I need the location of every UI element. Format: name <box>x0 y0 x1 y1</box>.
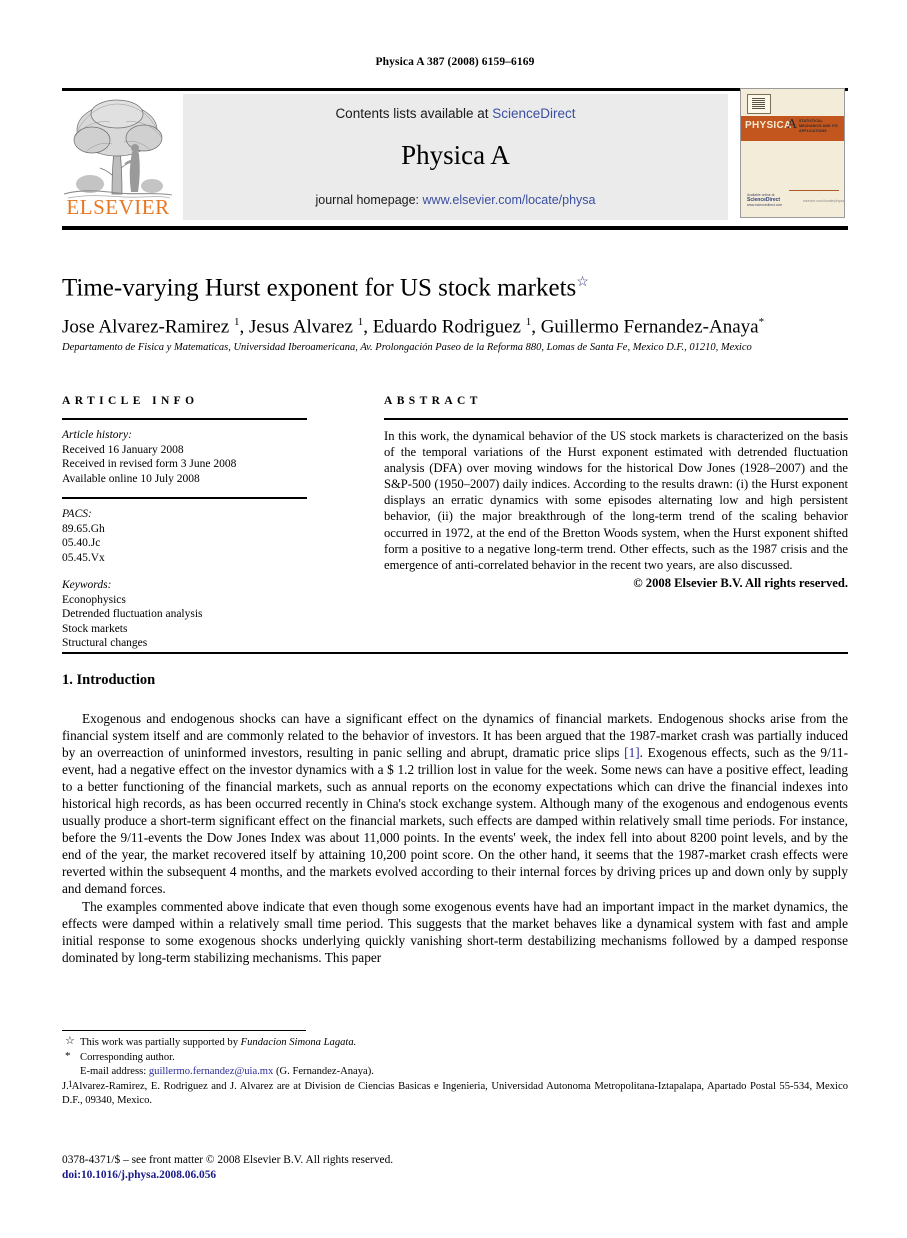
article-history-received: Received 16 January 2008 <box>62 443 184 456</box>
funding-foundation: Fundacion Simona Lagata. <box>240 1037 357 1048</box>
corresponding-marker: * <box>65 1049 71 1062</box>
title-footnote-marker: ☆ <box>576 275 589 290</box>
citation-ref-1[interactable]: [1] <box>624 745 640 760</box>
cover-elsevier-url: elsevier.com/locate/physa <box>803 199 845 203</box>
keyword-1: Detrended fluctuation analysis <box>62 608 203 620</box>
cover-brand: PHYSICA <box>745 120 792 131</box>
article-info-rule <box>62 418 307 420</box>
journal-cover-thumbnail: PHYSICA A STATISTICAL MECHANICS AND ITS … <box>740 88 845 218</box>
issn-line: 0378-4371/$ – see front matter © 2008 El… <box>62 1154 394 1166</box>
author-list: Jose Alvarez-Ramirez 1, Jesus Alvarez 1,… <box>62 316 765 338</box>
sciencedirect-box: Contents lists available at ScienceDirec… <box>183 94 728 220</box>
cover-divider <box>789 190 839 191</box>
homepage-link[interactable]: www.elsevier.com/locate/physa <box>423 193 596 207</box>
keyword-0: Econophysics <box>62 593 126 606</box>
cover-letter: A <box>787 117 798 132</box>
paragraph-1-part-b: . Exogenous effects, such as the 9/11-ev… <box>62 745 848 897</box>
contents-prefix: Contents lists available at <box>335 106 493 121</box>
journal-homepage-line: journal homepage: www.elsevier.com/locat… <box>183 193 728 207</box>
homepage-prefix: journal homepage: <box>315 193 423 207</box>
abstract-rule <box>384 418 848 420</box>
footnote-rule <box>62 1030 306 1031</box>
section-heading-introduction: 1. Introduction <box>62 672 156 688</box>
sciencedirect-link[interactable]: ScienceDirect <box>492 106 575 121</box>
affiliation: Departamento de Fisica y Matematicas, Un… <box>62 342 752 353</box>
email-owner: (G. Fernandez-Anaya). <box>273 1066 374 1078</box>
abstract-text: In this work, the dynamical behavior of … <box>384 429 848 572</box>
doi-link[interactable]: doi:10.1016/j.physa.2008.06.056 <box>62 1168 848 1183</box>
elsevier-logo: ELSEVIER <box>62 94 174 220</box>
note1-text: J. Alvarez-Ramirez, E. Rodriguez and J. … <box>62 1080 848 1107</box>
email-link[interactable]: guillermo.fernandez@uia.mx <box>149 1066 273 1077</box>
footnote-corresponding: * Corresponding author. <box>62 1049 848 1066</box>
banner-bottom-rule <box>62 226 848 230</box>
pacs-item-1: 05.40.Jc <box>62 537 101 549</box>
article-history-online: Available online 10 July 2008 <box>62 472 200 485</box>
elsevier-wordmark: ELSEVIER <box>66 195 170 219</box>
footnotes: ☆ This work was partially supported by Fu… <box>62 1035 848 1109</box>
keyword-2: Stock markets <box>62 622 128 635</box>
article-info-heading: ARTICLE INFO <box>62 395 199 407</box>
article-history-revised: Received in revised form 3 June 2008 <box>62 458 237 470</box>
running-head: Physica A 387 (2008) 6159–6169 <box>375 56 535 68</box>
pacs-rule <box>62 497 307 499</box>
pacs-item-2: 05.45.Vx <box>62 551 105 564</box>
title-text: Time-varying Hurst exponent for US stock… <box>62 274 577 302</box>
abstract-column: ABSTRACT In this work, the dynamical beh… <box>384 395 848 591</box>
cover-sd-url: www.sciencedirect.com <box>747 203 783 207</box>
pacs-item-0: 89.65.Gh <box>62 522 105 535</box>
body-text: Exogenous and endogenous shocks can have… <box>62 710 848 966</box>
cover-subtitle: STATISTICAL MECHANICS AND ITS APPLICATIO… <box>799 119 838 133</box>
journal-banner: ELSEVIER Contents lists available at Sci… <box>62 88 848 224</box>
footer-block: 0378-4371/$ – see front matter © 2008 El… <box>62 1153 848 1183</box>
article-history-label: Article history: <box>62 429 132 441</box>
cover-logo-box <box>747 94 771 114</box>
abstract-heading: ABSTRACT <box>384 395 482 407</box>
contents-available-line: Contents lists available at ScienceDirec… <box>183 106 728 121</box>
corresponding-text: Corresponding author. <box>80 1051 175 1063</box>
funding-marker: ☆ <box>65 1035 75 1047</box>
abstract-copyright: © 2008 Elsevier B.V. All rights reserved… <box>633 575 848 590</box>
paragraph-1: Exogenous and endogenous shocks can have… <box>62 710 848 898</box>
paper-page: Physica A 387 (2008) 6159–6169 ELSEVIER … <box>0 0 907 1238</box>
pacs-label: PACS: <box>62 508 92 520</box>
footnote-affiliation-note: 1 J. Alvarez-Ramirez, E. Rodriguez and J.… <box>62 1078 848 1109</box>
footnote-funding: ☆ This work was partially supported by Fu… <box>62 1035 848 1051</box>
funding-text: This work was partially supported by <box>80 1037 241 1048</box>
footnote-email: E-mail address: guillermo.fernandez@uia.… <box>62 1065 848 1080</box>
cover-sciencedirect-block: Available online at ScienceDirect www.sc… <box>747 193 791 208</box>
note1-marker: 1 <box>68 1078 73 1089</box>
journal-title: Physica A <box>401 140 510 170</box>
keywords-label: Keywords: <box>62 579 112 591</box>
elsevier-tree-icon <box>63 99 173 199</box>
email-label: E-mail address: <box>80 1066 147 1078</box>
paragraph-2: The examples commented above indicate th… <box>62 898 848 965</box>
keyword-3: Structural changes <box>62 637 148 649</box>
page-title: Time-varying Hurst exponent for US stock… <box>62 268 848 303</box>
banner-top-rule <box>62 88 848 91</box>
section-divider-rule <box>62 652 848 654</box>
article-info-column: ARTICLE INFO Article history: Received 1… <box>62 395 307 651</box>
